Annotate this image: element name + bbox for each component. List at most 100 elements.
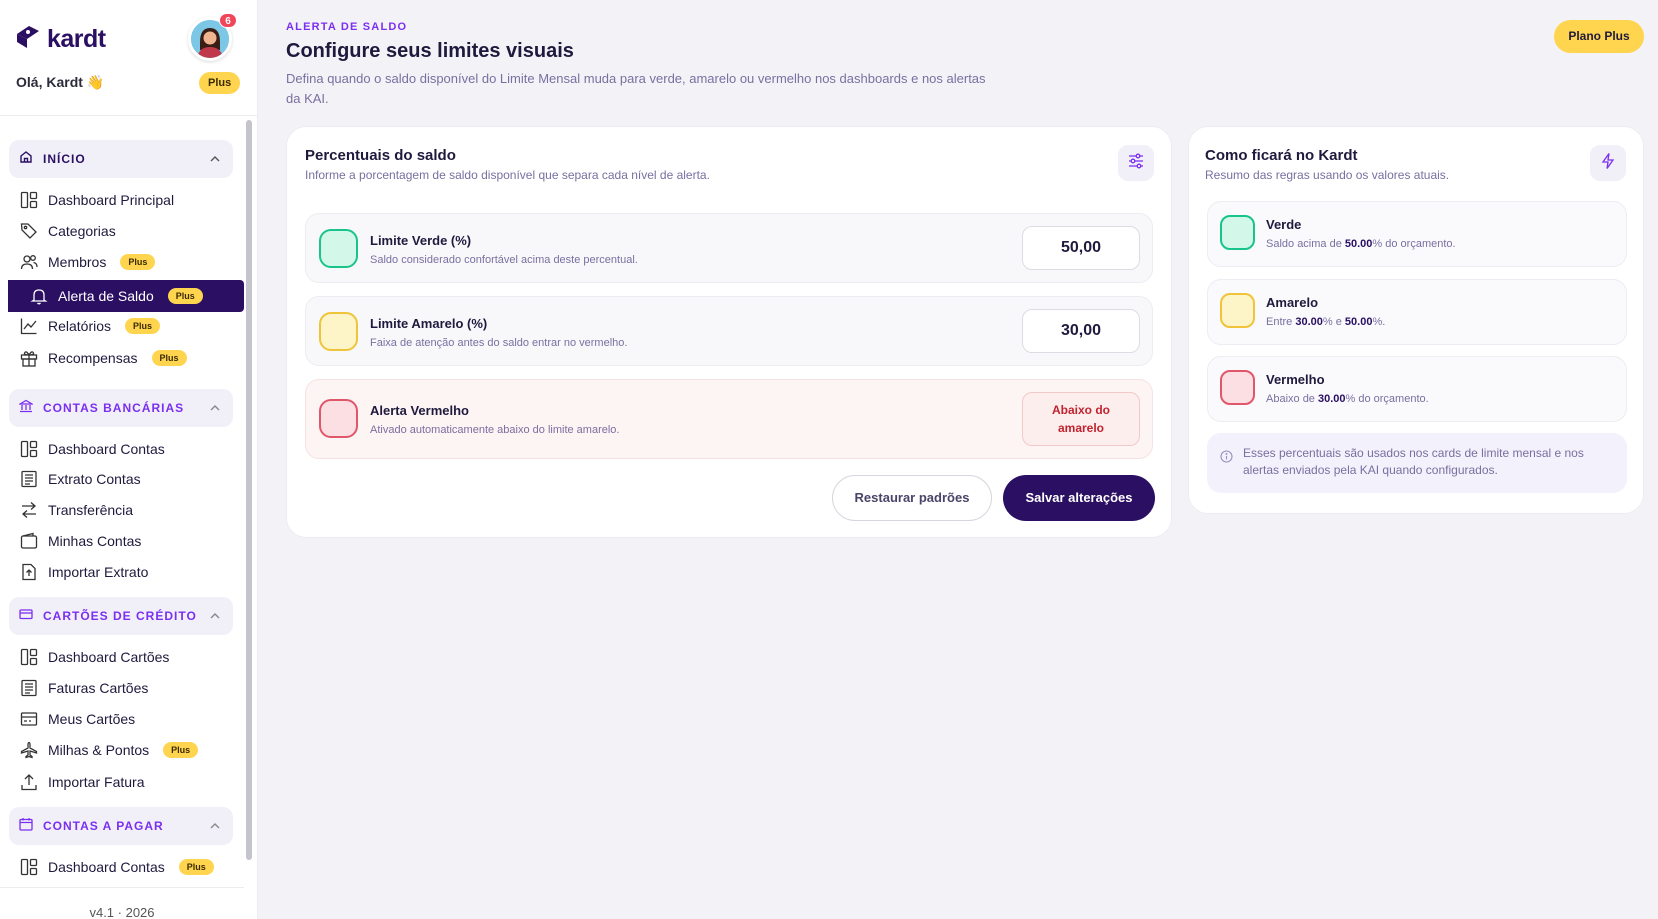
receipt-icon xyxy=(20,470,38,488)
row-title: Limite Amarelo (%) xyxy=(370,316,488,331)
sidebar-item-minhas-contas[interactable]: Minhas Contas xyxy=(20,528,141,554)
sidebar-nav: INÍCIO Dashboard Principal Categorias Me… xyxy=(0,116,244,887)
settings-button[interactable] xyxy=(1118,145,1154,181)
credit-card-icon xyxy=(19,607,33,626)
preview-verde: Verde Saldo acima de 50.00% do orçamento… xyxy=(1207,201,1627,267)
red-swatch xyxy=(319,399,358,438)
chevron-up-icon xyxy=(209,152,221,170)
card-subtitle: Informe a porcentagem de saldo disponíve… xyxy=(305,168,710,182)
page-description: Defina quando o saldo disponível do Limi… xyxy=(286,71,986,106)
sidebar-item-extrato-contas[interactable]: Extrato Contas xyxy=(20,466,141,492)
sidebar-item-label: Dashboard Cartões xyxy=(48,649,170,665)
sidebar-item-label: Meus Cartões xyxy=(48,711,136,727)
limite-verde-input[interactable] xyxy=(1022,226,1140,270)
plus-badge: Plus xyxy=(167,288,203,304)
preview-vermelho: Vermelho Abaixo de 30.00% do orçamento. xyxy=(1207,356,1627,422)
sidebar-item-dashboard-principal[interactable]: Dashboard Principal xyxy=(20,187,174,213)
calendar-icon xyxy=(19,817,33,836)
section-cartoes[interactable]: CARTÕES DE CRÉDITO xyxy=(9,597,233,635)
tag-icon xyxy=(20,222,38,240)
gift-icon xyxy=(20,349,38,367)
plus-badge: Plus xyxy=(151,350,187,366)
sidebar-item-membros[interactable]: Membros Plus xyxy=(20,249,156,275)
preview-text: Abaixo de 30.00% do orçamento. xyxy=(1266,393,1429,405)
section-label: CONTAS A PAGAR xyxy=(43,819,164,833)
sidebar-item-label: Recompensas xyxy=(48,350,138,366)
card-title: Como ficará no Kardt xyxy=(1205,147,1358,164)
sidebar-item-label: Alerta de Saldo xyxy=(58,288,154,304)
row-title: Limite Verde (%) xyxy=(370,233,472,248)
sidebar-item-dashboard-contas-pagar[interactable]: Dashboard Contas Plus xyxy=(20,854,214,880)
section-inicio[interactable]: INÍCIO xyxy=(9,140,233,178)
section-label: CARTÕES DE CRÉDITO xyxy=(43,609,197,623)
row-subtitle: Saldo considerado confortável acima dest… xyxy=(370,254,638,266)
plan-plus-button[interactable]: Plano Plus xyxy=(1554,20,1644,53)
sidebar-item-importar-fatura[interactable]: Importar Fatura xyxy=(20,769,144,795)
percent-card: Percentuais do saldo Informe a porcentag… xyxy=(286,126,1172,538)
sidebar-item-faturas-cartoes[interactable]: Faturas Cartões xyxy=(20,675,148,701)
sidebar-item-relatorios[interactable]: Relatórios Plus xyxy=(20,313,161,339)
bell-icon xyxy=(30,287,48,305)
sidebar-item-dashboard-contas[interactable]: Dashboard Contas xyxy=(20,436,165,462)
brand-logo[interactable]: kardt xyxy=(15,25,106,54)
limite-amarelo-row: Limite Amarelo (%) Faixa de atenção ante… xyxy=(305,296,1153,366)
sidebar-item-label: Dashboard Principal xyxy=(48,192,175,208)
sidebar-item-label: Categorias xyxy=(48,223,116,239)
alerta-vermelho-row: Alerta Vermelho Ativado automaticamente … xyxy=(305,379,1153,459)
save-button[interactable]: Salvar alterações xyxy=(1003,475,1155,521)
greeting: Olá, Kardt 👋 xyxy=(16,74,105,90)
sidebar-item-milhas-pontos[interactable]: Milhas & Pontos Plus xyxy=(20,737,199,763)
yellow-swatch xyxy=(1220,293,1255,328)
plus-badge: Plus xyxy=(163,742,199,758)
sidebar-item-categorias[interactable]: Categorias xyxy=(20,218,116,244)
transfer-icon xyxy=(20,501,38,519)
plus-badge: Plus xyxy=(120,254,156,270)
receipt-icon xyxy=(20,679,38,697)
notification-badge[interactable]: 6 xyxy=(219,13,237,28)
sidebar-item-recompensas[interactable]: Recompensas Plus xyxy=(20,345,187,371)
sidebar-item-label: Importar Fatura xyxy=(48,774,145,790)
layout-icon xyxy=(20,191,38,209)
plan-badge: Plus xyxy=(199,72,241,94)
sidebar: kardt Olá, Kardt 👋 6 Plus INÍCIO Dashboa… xyxy=(0,0,258,919)
section-contas-pagar[interactable]: CONTAS A PAGAR xyxy=(9,807,233,845)
plus-badge: Plus xyxy=(125,318,161,334)
kardt-logo-icon xyxy=(15,25,41,54)
row-subtitle: Ativado automaticamente abaixo do limite… xyxy=(370,424,620,436)
sidebar-item-importar-extrato[interactable]: Importar Extrato xyxy=(20,559,148,585)
sidebar-item-meus-cartoes[interactable]: Meus Cartões xyxy=(20,706,135,732)
lightning-icon xyxy=(1599,152,1617,175)
quick-action-button[interactable] xyxy=(1590,145,1626,181)
cards-icon xyxy=(20,710,38,728)
restore-defaults-button[interactable]: Restaurar padrões xyxy=(832,475,992,521)
limite-amarelo-input[interactable] xyxy=(1022,309,1140,353)
section-contas-bancarias[interactable]: CONTAS BANCÁRIAS xyxy=(9,389,233,427)
sidebar-item-label: Membros xyxy=(48,254,107,270)
sidebar-scrollbar[interactable] xyxy=(246,120,252,860)
sidebar-item-alerta-saldo[interactable]: Alerta de Saldo Plus xyxy=(8,280,244,312)
preview-text: Entre 30.00% e 50.00%. xyxy=(1266,316,1386,328)
sidebar-item-transferencia[interactable]: Transferência xyxy=(20,497,133,523)
sidebar-item-label: Minhas Contas xyxy=(48,533,142,549)
page-title: Configure seus limites visuais xyxy=(286,40,574,62)
sliders-icon xyxy=(1127,152,1145,175)
preview-title: Vermelho xyxy=(1266,372,1325,387)
preview-amarelo: Amarelo Entre 30.00% e 50.00%. xyxy=(1207,279,1627,345)
yellow-swatch xyxy=(319,312,358,351)
brand-name: kardt xyxy=(47,25,106,53)
preview-title: Verde xyxy=(1266,217,1302,232)
plus-badge: Plus xyxy=(178,859,214,875)
sidebar-item-label: Dashboard Contas xyxy=(48,441,165,457)
plane-icon xyxy=(20,741,38,759)
info-icon xyxy=(1220,450,1233,468)
row-title: Alerta Vermelho xyxy=(370,403,469,418)
sidebar-item-label: Extrato Contas xyxy=(48,471,141,487)
red-swatch xyxy=(1220,370,1255,405)
vermelho-value: Abaixo do amarelo xyxy=(1022,392,1140,446)
card-subtitle: Resumo das regras usando os valores atua… xyxy=(1205,168,1450,182)
sidebar-item-dashboard-cartoes[interactable]: Dashboard Cartões xyxy=(20,644,169,670)
sidebar-item-label: Milhas & Pontos xyxy=(48,742,150,758)
upload-icon xyxy=(20,773,38,791)
users-icon xyxy=(20,253,38,271)
home-icon xyxy=(19,150,33,169)
